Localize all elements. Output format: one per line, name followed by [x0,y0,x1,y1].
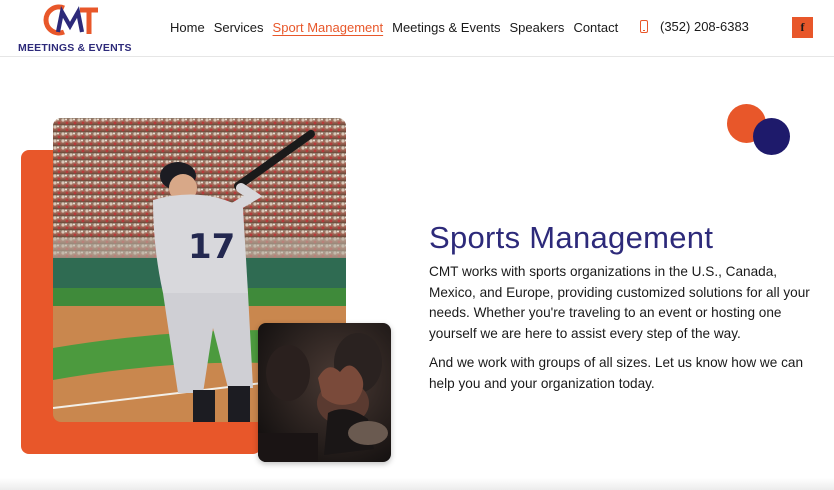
nav-contact[interactable]: Contact [573,20,618,35]
nav-sport-management[interactable]: Sport Management [273,20,384,35]
jersey-number: 17 [188,227,235,267]
crowd-scene-illustration [258,323,391,462]
nav-home[interactable]: Home [170,20,205,35]
nav-meetings-events[interactable]: Meetings & Events [392,20,500,35]
nav-speakers[interactable]: Speakers [510,20,565,35]
phone-link[interactable]: (352) 208-6383 [640,19,749,34]
crowd-gloves-photo [258,323,391,462]
decorative-navy-circle [753,118,790,155]
intro-paragraph: CMT works with sports organizations in t… [429,264,810,341]
groups-paragraph: And we work with groups of all sizes. Le… [429,355,804,391]
facebook-icon: f [800,20,805,34]
page-title: Sports Management [429,220,714,255]
hero-content: Sports Management CMT works with sports … [429,220,824,404]
mobile-phone-icon [640,20,648,33]
cmt-logo-mark [43,4,98,36]
phone-number: (352) 208-6383 [660,19,749,34]
section-divider [0,478,834,490]
cmt-logo[interactable]: MEETINGS & EVENTS [16,2,131,54]
nav-services[interactable]: Services [214,20,264,35]
logo-subtitle: MEETINGS & EVENTS [18,42,132,54]
site-header: MEETINGS & EVENTS Home Services Sport Ma… [0,0,834,57]
main-nav: Home Services Sport Management Meetings … [170,20,627,35]
facebook-button[interactable]: f [792,17,813,38]
